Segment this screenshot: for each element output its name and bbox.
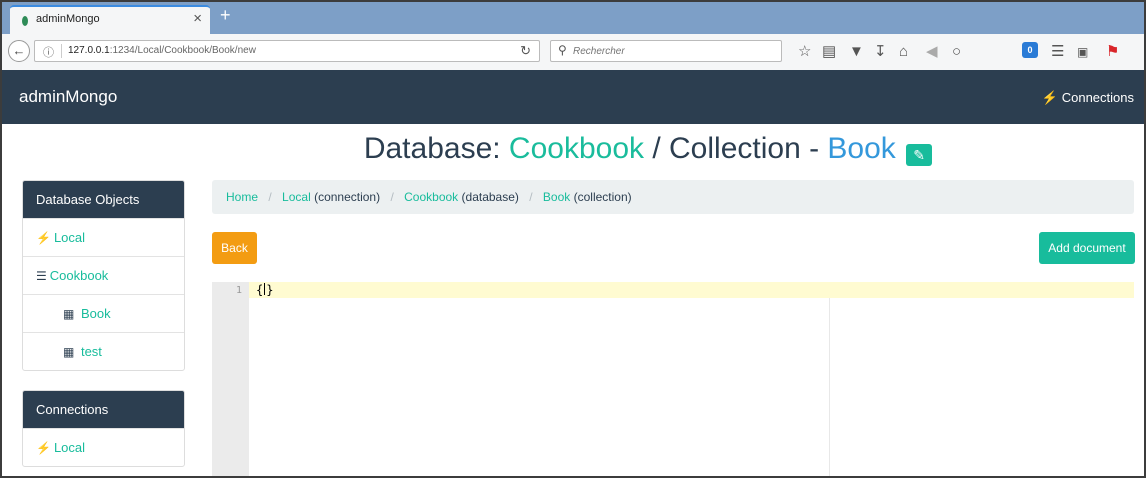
- code-content[interactable]: {}: [256, 283, 273, 297]
- pdf-icon[interactable]: ▣: [1077, 44, 1088, 60]
- code-open-brace: {: [256, 283, 264, 297]
- code-close-brace: }: [266, 283, 274, 297]
- plug-icon: ⚡: [36, 231, 51, 245]
- breadcrumb-home[interactable]: Home: [226, 190, 258, 204]
- home-icon[interactable]: ⌂: [899, 44, 908, 60]
- send-icon[interactable]: ◀: [926, 44, 938, 60]
- breadcrumb-separator: /: [268, 190, 272, 204]
- brand-link[interactable]: adminMongo: [19, 87, 117, 107]
- sidebar-item-local[interactable]: ⚡ Local: [23, 218, 184, 256]
- reading-list-icon[interactable]: ▤: [822, 44, 836, 60]
- close-tab-icon[interactable]: ×: [193, 10, 202, 27]
- editor-gutter: 1: [212, 282, 249, 476]
- add-document-button[interactable]: Add document: [1039, 232, 1135, 264]
- breadcrumb-collection[interactable]: Book: [543, 190, 570, 204]
- new-tab-icon[interactable]: +: [220, 5, 231, 26]
- title-collection: Book: [827, 132, 896, 165]
- url-path: :1234/Local/Cookbook/Book/new: [109, 45, 256, 56]
- breadcrumb-collection-suffix: (collection): [570, 190, 632, 204]
- sidebar-item-book[interactable]: ▦ Book: [23, 294, 184, 332]
- title-prefix: Database:: [363, 132, 509, 165]
- reload-icon[interactable]: ↻: [520, 43, 531, 59]
- database-objects-header: Database Objects: [23, 181, 184, 218]
- sidebar-item-label: Local: [53, 230, 86, 245]
- connections-link-label: Connections: [1061, 90, 1134, 105]
- site-info-icon[interactable]: ⓘ: [43, 44, 54, 60]
- browser-tab[interactable]: adminMongo ×: [10, 5, 210, 34]
- line-number: 1: [235, 285, 242, 296]
- back-button[interactable]: Back: [212, 232, 257, 264]
- url-text[interactable]: 127.0.0.1:1234/Local/Cookbook/Book/new: [68, 45, 256, 56]
- url-divider: [61, 44, 62, 58]
- pocket-icon[interactable]: ▼: [849, 44, 864, 60]
- plug-icon: ⚡: [1041, 90, 1059, 105]
- browser-window: adminMongo × + ← ⓘ 127.0.0.1:1234/Local/…: [0, 0, 1146, 478]
- active-line-highlight: [249, 282, 1134, 298]
- search-box[interactable]: ⚲: [550, 40, 782, 62]
- breadcrumb: Home / Local (connection) / Cookbook (da…: [212, 180, 1134, 214]
- breadcrumb-separator: /: [529, 190, 533, 204]
- navigation-bar: ← ⓘ 127.0.0.1:1234/Local/Cookbook/Book/n…: [2, 34, 1144, 71]
- title-database: Cookbook: [508, 132, 645, 165]
- tab-title: adminMongo: [36, 13, 100, 25]
- search-icon: ⚲: [558, 43, 567, 57]
- breadcrumb-connection-suffix: (connection): [310, 190, 381, 204]
- connections-link[interactable]: ⚡ Connections: [1042, 90, 1134, 106]
- sidebar-item-label: Book: [80, 306, 111, 321]
- database-icon: ☰: [36, 269, 47, 283]
- table-icon: ▦: [63, 307, 75, 321]
- code-editor[interactable]: 1 {}: [212, 282, 1134, 476]
- back-arrow-icon[interactable]: ←: [8, 40, 30, 62]
- breadcrumb-connection[interactable]: Local: [282, 190, 311, 204]
- title-middle: / Collection -: [644, 132, 828, 165]
- connections-panel: Connections ⚡ Local: [22, 390, 185, 467]
- sidebar-item-label: test: [80, 344, 102, 359]
- sidebar-item-test[interactable]: ▦ test: [23, 332, 184, 370]
- connection-item-local[interactable]: ⚡ Local: [23, 428, 184, 466]
- url-host: 127.0.0.1: [68, 45, 110, 56]
- chat-bubble-icon[interactable]: ○: [952, 44, 961, 60]
- menu-icon[interactable]: ☰: [1051, 44, 1064, 60]
- flag-icon[interactable]: ⚑: [1106, 44, 1119, 60]
- search-input[interactable]: [573, 43, 773, 59]
- leaf-favicon-icon: [22, 16, 28, 26]
- connections-header: Connections: [23, 391, 184, 428]
- edit-icon[interactable]: ✎: [906, 144, 933, 166]
- breadcrumb-database-suffix: (database): [458, 190, 519, 204]
- sidebar-item-cookbook[interactable]: ☰ Cookbook: [23, 256, 184, 294]
- bookmark-star-icon[interactable]: ☆: [798, 44, 811, 60]
- print-margin-line: [829, 298, 830, 476]
- extension-badge-icon[interactable]: 0: [1022, 42, 1038, 58]
- app-navbar: adminMongo ⚡ Connections: [2, 70, 1144, 124]
- tab-bar: adminMongo × +: [2, 2, 1144, 34]
- table-icon: ▦: [63, 345, 75, 359]
- breadcrumb-database[interactable]: Cookbook: [404, 190, 458, 204]
- page-title: Database: Cookbook / Collection - Book ✎: [2, 132, 1144, 166]
- connection-item-label: Local: [53, 440, 86, 455]
- breadcrumb-separator: /: [390, 190, 394, 204]
- sidebar-item-label: Cookbook: [49, 268, 109, 283]
- address-bar[interactable]: ⓘ 127.0.0.1:1234/Local/Cookbook/Book/new…: [34, 40, 540, 62]
- download-icon[interactable]: ↧: [874, 44, 887, 60]
- plug-icon: ⚡: [36, 441, 51, 455]
- database-objects-panel: Database Objects ⚡ Local ☰ Cookbook ▦ Book…: [22, 180, 185, 371]
